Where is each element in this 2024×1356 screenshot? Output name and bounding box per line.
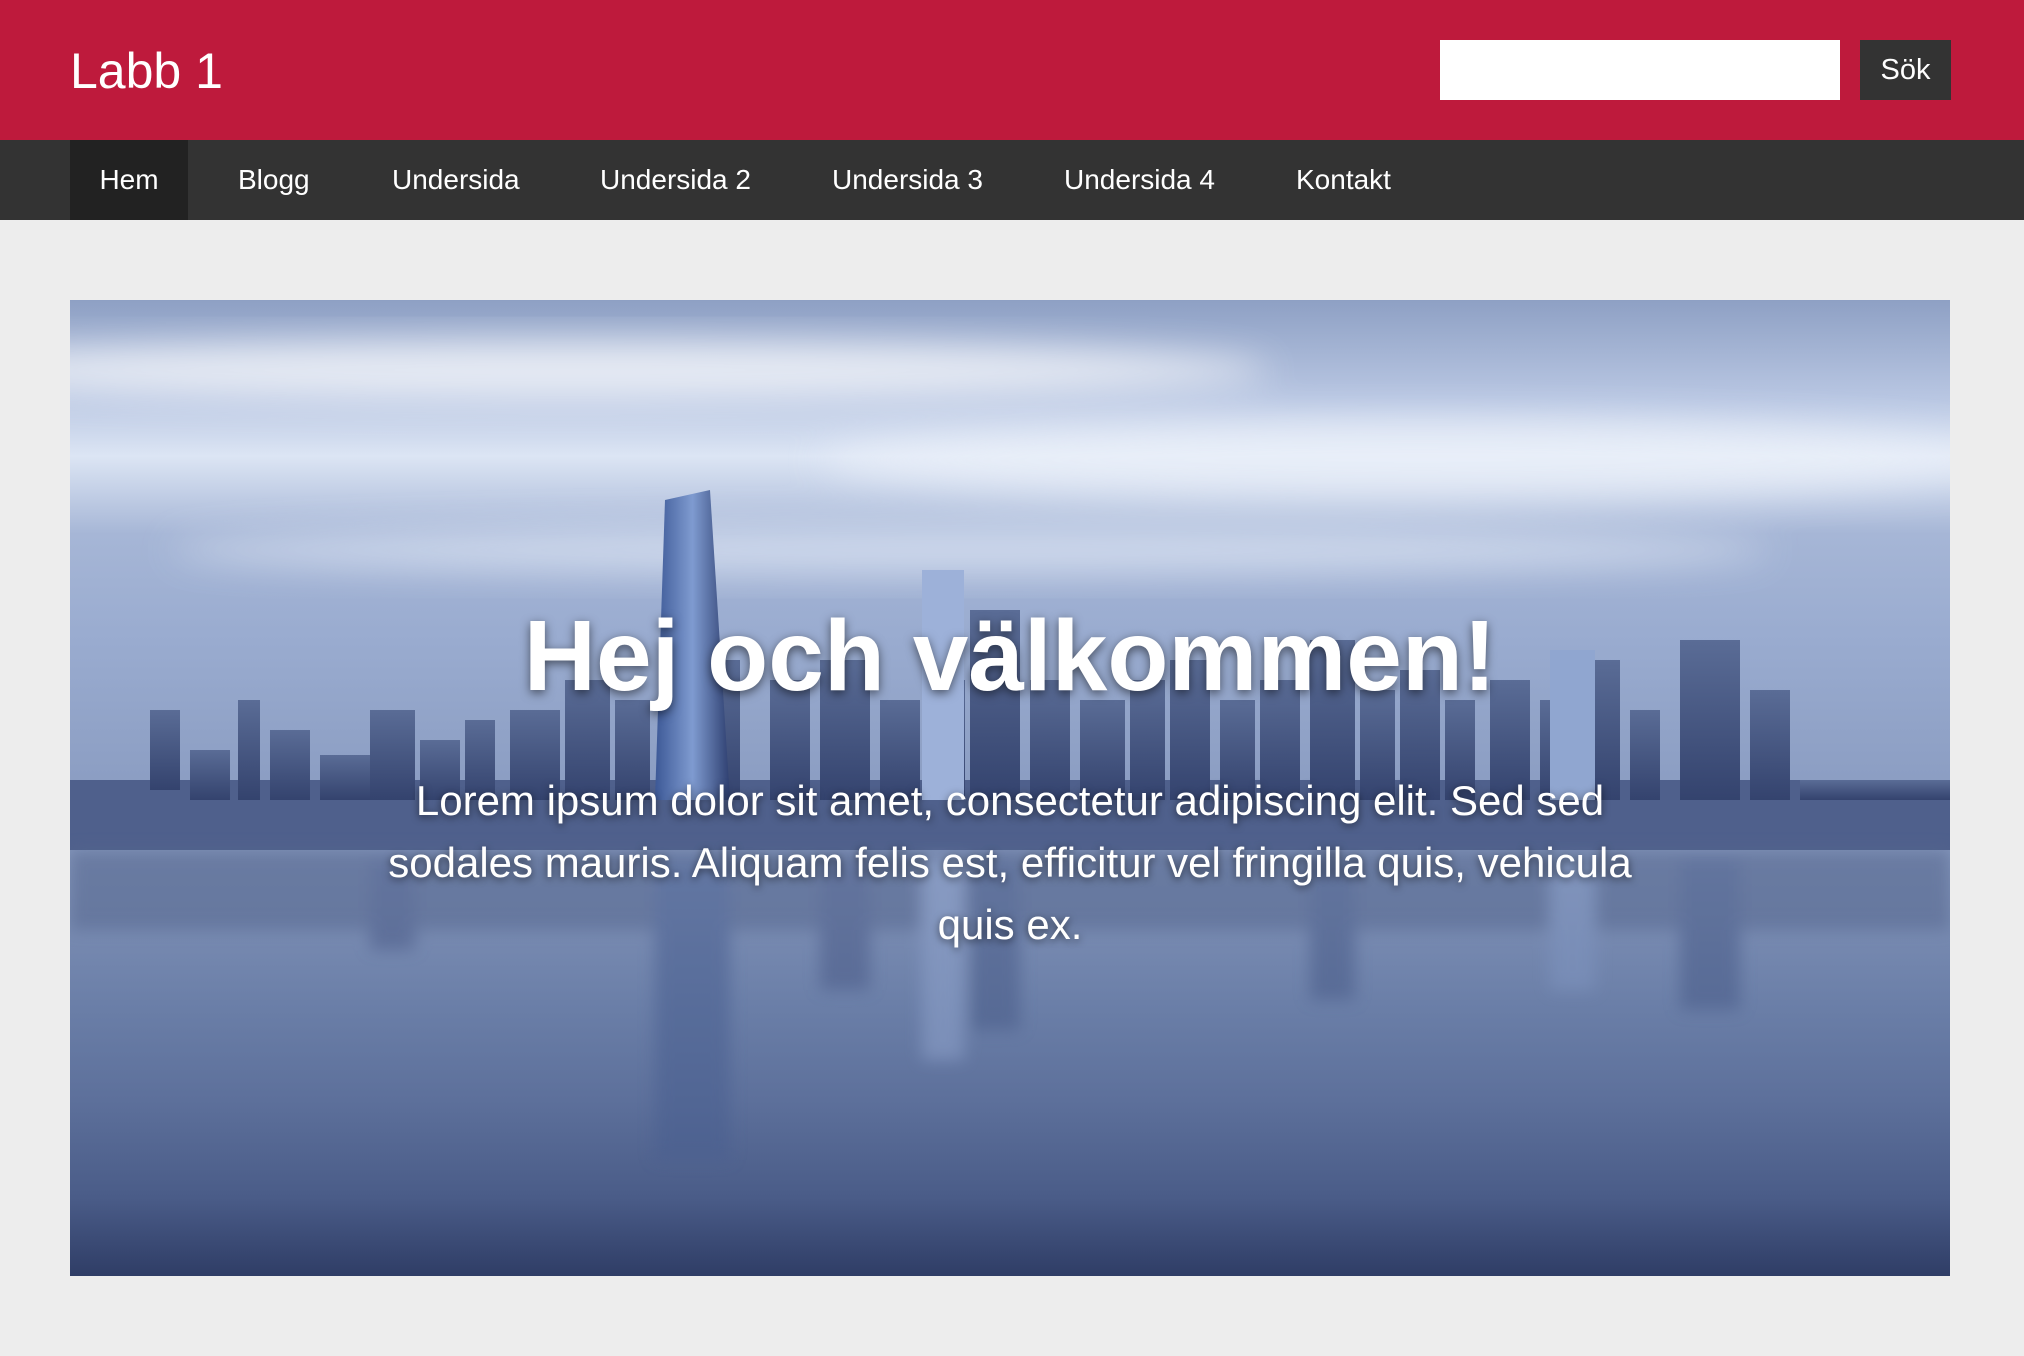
nav-item-kontakt[interactable]: Kontakt — [1296, 140, 1391, 220]
nav-item-undersida-2[interactable]: Undersida 2 — [600, 140, 751, 220]
hero-text: Lorem ipsum dolor sit amet, consectetur … — [388, 777, 1632, 948]
search-input[interactable] — [1440, 40, 1840, 100]
site-header: Labb 1 Sök — [0, 0, 2024, 140]
nav-item-blogg[interactable]: Blogg — [238, 140, 310, 220]
nav-item-hem[interactable]: Hem — [70, 140, 188, 220]
hero-banner: Hej och välkommen! Lorem ipsum dolor sit… — [70, 300, 1950, 1276]
site-logo[interactable]: Labb 1 — [70, 38, 223, 104]
nav-item-undersida-4[interactable]: Undersida 4 — [1064, 140, 1215, 220]
main-nav: Hem Blogg Undersida Undersida 2 Undersid… — [0, 140, 2024, 220]
nav-item-undersida[interactable]: Undersida — [392, 140, 520, 220]
nav-item-undersida-3[interactable]: Undersida 3 — [832, 140, 983, 220]
search-button[interactable]: Sök — [1860, 40, 1951, 100]
hero-title: Hej och välkommen! — [523, 600, 1497, 712]
